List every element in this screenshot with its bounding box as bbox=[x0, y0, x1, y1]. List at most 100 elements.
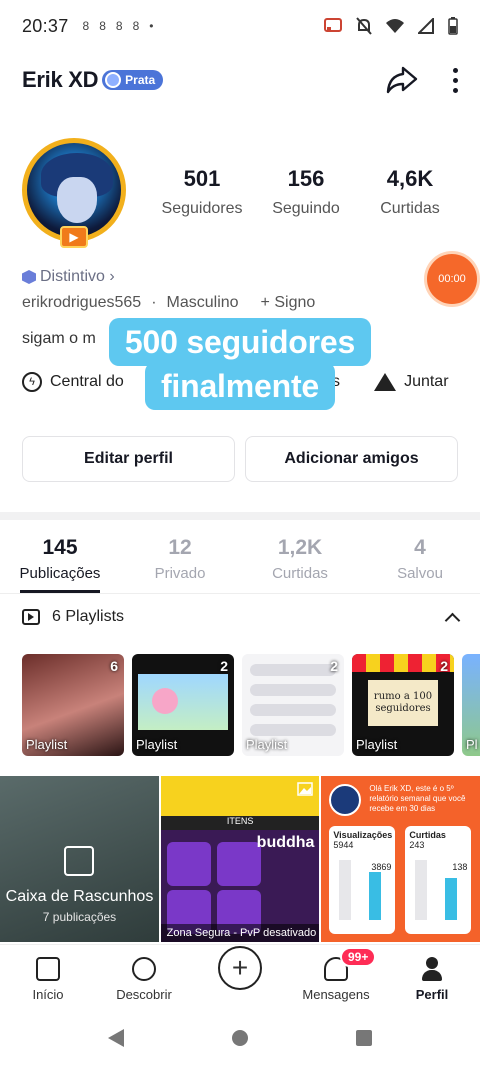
distintivo-link[interactable]: Distintivo › bbox=[22, 268, 115, 286]
stat-followers[interactable]: 501 Seguidores bbox=[150, 166, 254, 218]
floating-timer[interactable]: 00:00 bbox=[427, 254, 477, 304]
nav-label: Mensagens bbox=[302, 987, 370, 1002]
tab-label: Publicações bbox=[19, 565, 101, 593]
level-badge-label: Prata bbox=[125, 73, 156, 87]
add-sign-link[interactable]: + Signo bbox=[261, 294, 316, 312]
nav-inicio[interactable]: Início bbox=[0, 945, 96, 1010]
messages-badge: 99+ bbox=[340, 947, 377, 967]
playlist-icon bbox=[22, 609, 40, 625]
playlist-card[interactable]: 2 Playlist bbox=[132, 654, 234, 756]
back-icon[interactable] bbox=[108, 1029, 124, 1047]
shop-link[interactable]: ras bbox=[318, 373, 340, 391]
creator-center-link[interactable]: ϟ Central do bbox=[22, 372, 124, 392]
profile-stats: 501 Seguidores 156 Seguindo 4,6K Curtida… bbox=[150, 166, 462, 218]
stat-likes[interactable]: 4,6K Curtidas bbox=[358, 166, 462, 218]
chevron-up-icon[interactable] bbox=[444, 612, 461, 628]
header-actions bbox=[385, 65, 458, 95]
link-label: Juntar bbox=[404, 373, 449, 390]
tab-count: 1,2K bbox=[277, 536, 323, 559]
notification-icon: • bbox=[149, 19, 154, 33]
avatar bbox=[329, 784, 362, 816]
nav-create[interactable]: + bbox=[192, 945, 288, 1010]
section-divider bbox=[0, 512, 480, 520]
report-card-value: 5944 bbox=[333, 840, 354, 850]
caption-line: 500 seguidores bbox=[108, 318, 372, 366]
share-icon[interactable] bbox=[385, 65, 419, 95]
bottom-nav: Início Descobrir + 99+ Mensagens Perfil bbox=[0, 944, 480, 1010]
posts-grid: Caixa de Rascunhos 7 publicações ITENS b… bbox=[0, 776, 480, 942]
level-badge[interactable]: Prata bbox=[102, 70, 164, 90]
playlist-count: 2 bbox=[220, 658, 228, 674]
status-bar: 20:37 8 8 8 8 • bbox=[0, 0, 480, 52]
playlist-card[interactable]: Pl bbox=[462, 654, 480, 756]
report-card-title: Curtidas bbox=[409, 830, 446, 840]
image-icon bbox=[297, 782, 314, 796]
post-tile[interactable]: ITENS buddha Zona Segura - PvP desativad… bbox=[160, 776, 320, 942]
nav-descobrir[interactable]: Descobrir bbox=[96, 945, 192, 1010]
profile-buttons: Editar perfil Adicionar amigos bbox=[22, 436, 458, 482]
tent-icon bbox=[374, 373, 397, 391]
edit-profile-button[interactable]: Editar perfil bbox=[22, 436, 235, 482]
playlist-card[interactable]: rumo a 100 seguidores 2 Playlist bbox=[352, 654, 454, 756]
nav-mensagens[interactable]: 99+ Mensagens bbox=[288, 945, 384, 1010]
playlist-label: Playlist bbox=[136, 737, 178, 752]
post-tile[interactable]: Olá Erik XD, este é o 5º relatório seman… bbox=[321, 776, 480, 942]
plus-icon: + bbox=[218, 946, 262, 990]
clock: 20:37 bbox=[22, 15, 69, 36]
join-link[interactable]: Juntar bbox=[374, 373, 449, 391]
home-circle-icon[interactable] bbox=[232, 1030, 248, 1046]
status-icons bbox=[324, 17, 458, 35]
notification-icon: 8 bbox=[115, 19, 123, 33]
tab-publicacoes[interactable]: 145 Publicações bbox=[0, 528, 120, 593]
notification-icon: 8 bbox=[132, 19, 140, 33]
playlist-label: Pl bbox=[466, 737, 478, 752]
distintivo-label: Distintivo › bbox=[40, 268, 115, 285]
home-icon bbox=[36, 957, 60, 981]
stat-value: 4,6K bbox=[386, 166, 434, 191]
tab-label: Privado bbox=[154, 565, 206, 582]
drafts-count: 7 publicações bbox=[42, 910, 117, 924]
stat-value: 501 bbox=[183, 166, 221, 191]
badge-icon bbox=[105, 72, 122, 88]
report-card-title: Visualizações bbox=[333, 830, 393, 840]
add-friends-button[interactable]: Adicionar amigos bbox=[245, 436, 458, 482]
link-label: ras bbox=[317, 373, 341, 390]
drafts-tile[interactable]: Caixa de Rascunhos 7 publicações bbox=[0, 776, 159, 942]
user-icon bbox=[420, 957, 444, 981]
nav-label: Perfil bbox=[415, 987, 449, 1002]
stat-following[interactable]: 156 Seguindo bbox=[254, 166, 358, 218]
nav-label: Início bbox=[32, 987, 64, 1002]
playlist-count: 2 bbox=[330, 658, 338, 674]
report-card-delta: 3869 bbox=[371, 862, 392, 872]
tab-label: Curtidas bbox=[272, 565, 328, 582]
playlist-card[interactable]: 6 Playlist bbox=[22, 654, 124, 756]
playlists-title: 6 Playlists bbox=[52, 608, 125, 625]
tab-curtidas[interactable]: 1,2K Curtidas bbox=[240, 528, 360, 593]
battery-icon bbox=[448, 17, 458, 35]
profile-avatar[interactable]: ▶ bbox=[22, 138, 128, 248]
report-card: Visualizações 5944 3869 bbox=[329, 826, 396, 934]
stat-label: Seguindo bbox=[272, 200, 340, 217]
live-play-icon: ▶ bbox=[60, 226, 88, 248]
notification-icon: 8 bbox=[99, 19, 106, 33]
profile-links: ϟ Central do ras Juntar bbox=[22, 372, 480, 392]
tab-salvou[interactable]: 4 Salvou bbox=[360, 528, 480, 593]
playlist-paper-text: rumo a 100 seguidores bbox=[368, 680, 438, 726]
tab-count: 4 bbox=[414, 536, 426, 559]
system-nav-bar bbox=[0, 1010, 480, 1066]
playlists-header[interactable]: 6 Playlists bbox=[22, 608, 461, 628]
profile-handle: erikrodrigues565 bbox=[22, 294, 142, 311]
playlist-carousel: 6 Playlist 2 Playlist 2 Playlist rumo a … bbox=[22, 654, 480, 756]
profile-bio[interactable]: sigam o m bbox=[22, 330, 96, 348]
tab-count: 145 bbox=[42, 536, 78, 559]
drafts-title: Caixa de Rascunhos bbox=[5, 888, 154, 905]
tab-privado[interactable]: 12 Privado bbox=[120, 528, 240, 593]
nav-perfil[interactable]: Perfil bbox=[384, 945, 480, 1010]
stat-label: Seguidores bbox=[161, 200, 243, 217]
profile-tabs: 145 Publicações 12 Privado 1,2K Curtidas… bbox=[0, 528, 480, 594]
more-options-icon[interactable] bbox=[453, 67, 458, 93]
link-label: Central do bbox=[50, 373, 124, 390]
profile-gender: Masculino bbox=[166, 294, 239, 311]
recent-apps-icon[interactable] bbox=[356, 1030, 372, 1046]
playlist-card[interactable]: 2 Playlist bbox=[242, 654, 344, 756]
